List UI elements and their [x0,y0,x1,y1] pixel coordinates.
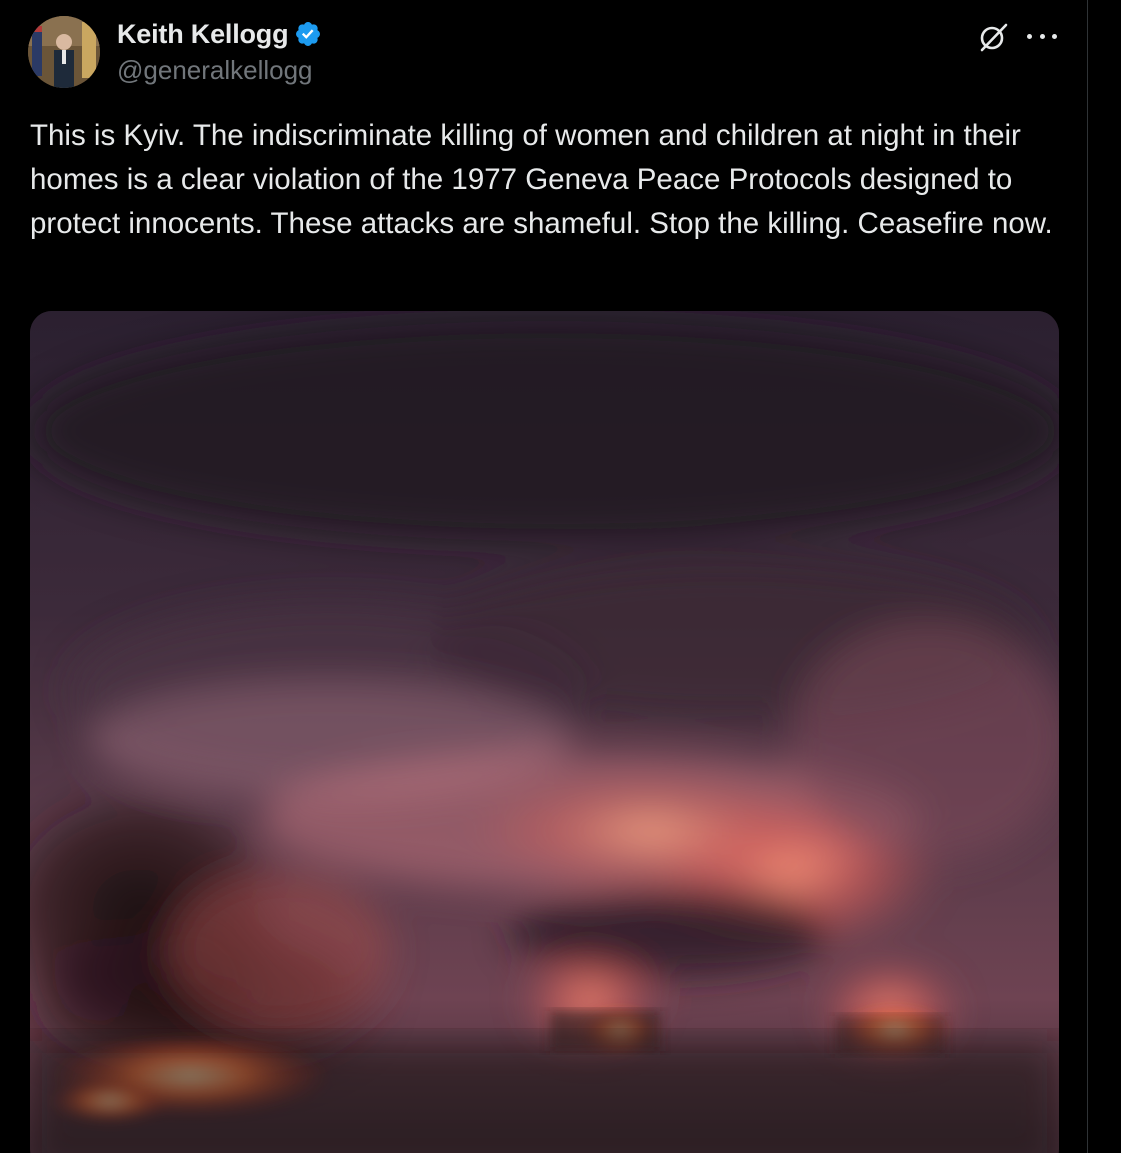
author-name-row[interactable]: Keith Kellogg [117,15,322,53]
more-dot [1052,33,1057,39]
more-options-icon[interactable] [1027,22,1057,50]
author-handle[interactable]: @generalkellogg [117,55,313,86]
avatar-image [28,16,100,88]
media-image [30,311,1059,1153]
more-dot [1027,33,1032,39]
timeline-divider [1087,0,1088,1153]
verified-badge-icon[interactable] [294,20,322,48]
grok-icon[interactable] [976,20,1010,54]
more-dot [1039,33,1045,39]
post-text: This is Kyiv. The indiscriminate killing… [30,119,1053,240]
post-media-photo[interactable] [30,311,1059,1153]
avatar[interactable] [28,16,100,88]
author-display-name[interactable]: Keith Kellogg [117,19,289,50]
